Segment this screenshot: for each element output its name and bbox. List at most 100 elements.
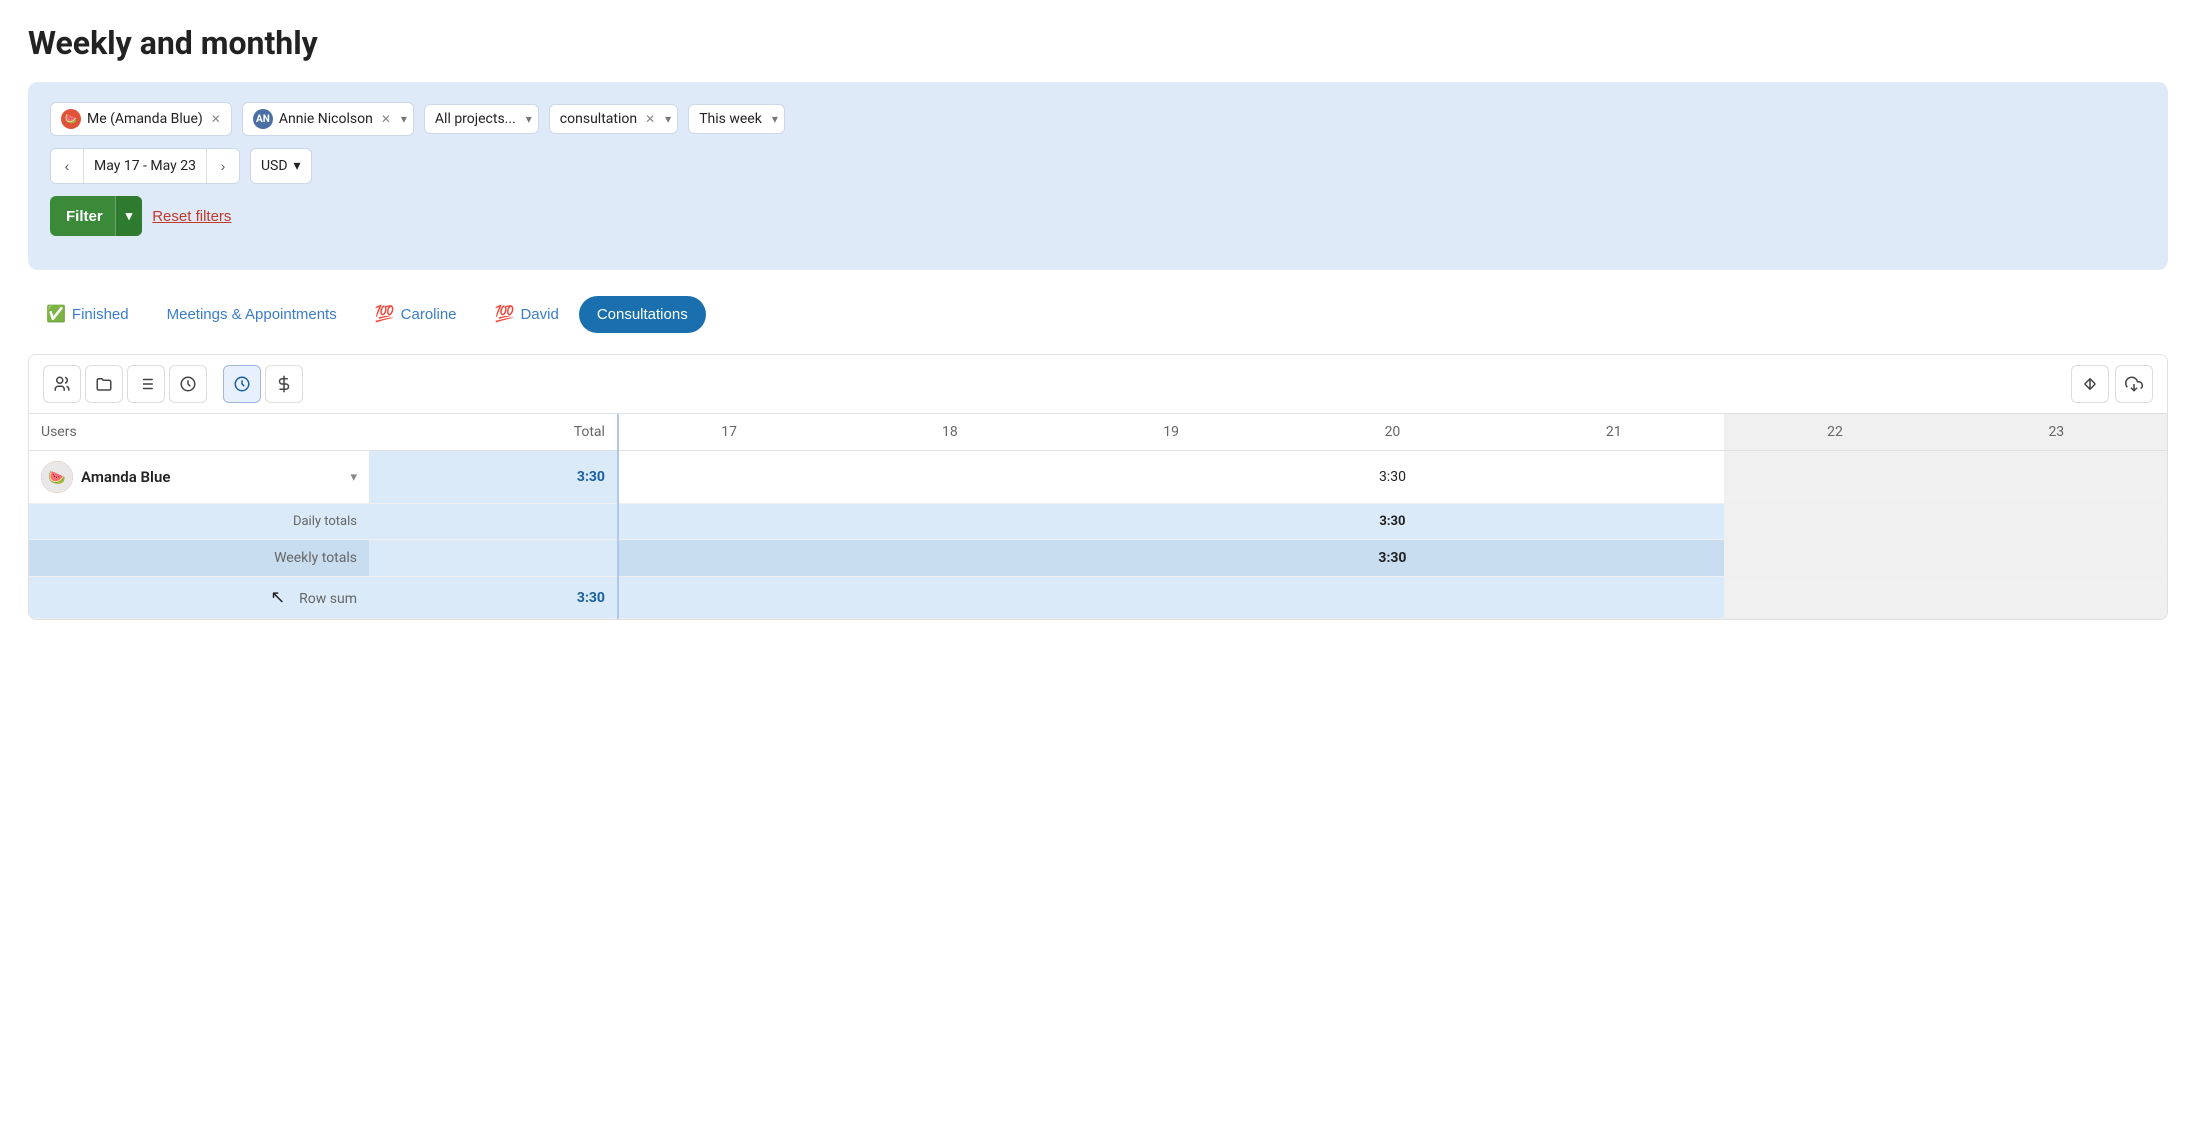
weekly-totals-row: Weekly totals 3:30 <box>29 540 2167 577</box>
expand-user-button[interactable]: ▾ <box>350 470 357 485</box>
date-prev-button[interactable]: ‹ <box>51 149 83 183</box>
daily-total-22 <box>1724 504 1945 540</box>
toolbar-right <box>2071 365 2153 403</box>
view-dollar-button[interactable] <box>265 365 303 403</box>
weekly-total-17 <box>618 540 839 577</box>
table-section: Users Total 17 18 19 20 21 22 23 <box>28 354 2168 620</box>
tab-meetings[interactable]: Meetings & Appointments <box>149 296 355 333</box>
daily-total-21 <box>1503 504 1724 540</box>
filter-btn-label: Filter <box>66 208 115 225</box>
daily-total-19 <box>1061 504 1282 540</box>
col-day-21: 21 <box>1503 414 1724 451</box>
user-name-amanda: Amanda Blue <box>81 468 170 486</box>
task-type-caret: ▾ <box>665 112 671 126</box>
table-toolbar <box>29 355 2167 414</box>
currency-label: USD <box>261 158 288 174</box>
list-icon <box>137 375 155 393</box>
weekly-table: Users Total 17 18 19 20 21 22 23 <box>29 414 2167 619</box>
amanda-total: 3:30 <box>369 451 618 504</box>
filter-row-2: ‹ May 17 - May 23 › USD ▾ <box>50 148 2146 184</box>
view-clock-outline-button[interactable] <box>169 365 207 403</box>
time-period-filter[interactable]: This week ▾ <box>688 104 785 134</box>
col-total-header: Total <box>369 414 618 451</box>
col-day-20: 20 <box>1282 414 1503 451</box>
export-button[interactable] <box>2115 365 2153 403</box>
sort-button[interactable] <box>2071 365 2109 403</box>
row-sum-d19 <box>1061 577 1282 619</box>
filter-row-3: Filter ▾ Reset filters <box>50 196 2146 236</box>
tab-david-label: David <box>520 306 558 323</box>
date-next-button[interactable]: › <box>207 149 239 183</box>
projects-caret: ▾ <box>526 112 532 126</box>
row-sum-d20 <box>1282 577 1503 619</box>
projects-filter[interactable]: All projects... ▾ <box>424 104 539 134</box>
amanda-day-23 <box>1946 451 2167 504</box>
reset-filters-button[interactable]: Reset filters <box>152 208 231 225</box>
weekly-total-20: 3:30 <box>1282 540 1503 577</box>
tab-finished[interactable]: ✅ Finished <box>28 294 147 334</box>
time-period-label: This week <box>699 111 762 127</box>
currency-selector[interactable]: USD ▾ <box>250 148 312 184</box>
time-period-caret: ▾ <box>772 112 778 126</box>
task-type-remove-icon[interactable]: ✕ <box>645 112 655 126</box>
view-users-button[interactable] <box>43 365 81 403</box>
tab-caroline[interactable]: 💯 Caroline <box>357 294 475 334</box>
daily-totals-total <box>369 504 618 540</box>
table-header: Users Total 17 18 19 20 21 22 23 <box>29 414 2167 451</box>
caroline-emoji: 💯 <box>375 304 395 324</box>
filter-panel: 🍉 Me (Amanda Blue) ✕ AN Annie Nicolson ✕… <box>28 82 2168 270</box>
daily-totals-row: Daily totals 3:30 <box>29 504 2167 540</box>
user-filter-chip-me[interactable]: 🍉 Me (Amanda Blue) ✕ <box>50 102 232 136</box>
date-range-label: May 17 - May 23 <box>83 149 207 183</box>
tab-consultations-label: Consultations <box>597 306 688 323</box>
weekly-total-21 <box>1503 540 1724 577</box>
tabs-row: ✅ Finished Meetings & Appointments 💯 Car… <box>28 294 2168 334</box>
weekly-total-19 <box>1061 540 1282 577</box>
date-navigator: ‹ May 17 - May 23 › <box>50 148 240 184</box>
users-icon <box>53 375 71 393</box>
annie-avatar: AN <box>253 109 273 129</box>
annie-remove-icon[interactable]: ✕ <box>381 112 391 126</box>
cursor-indicator: ↖ <box>270 587 285 608</box>
amanda-avatar-img: 🍉 <box>41 461 73 493</box>
tab-finished-label: Finished <box>72 306 129 323</box>
row-sum-label: Row sum <box>299 591 357 607</box>
weekly-total-23 <box>1946 540 2167 577</box>
svg-text:🍉: 🍉 <box>48 470 65 486</box>
me-remove-icon[interactable]: ✕ <box>211 112 221 126</box>
projects-label: All projects... <box>435 111 516 127</box>
task-type-label: consultation <box>560 111 637 127</box>
filter-button[interactable]: Filter ▾ <box>50 196 142 236</box>
clock-outline-icon <box>179 375 197 393</box>
view-clock-filled-button[interactable] <box>223 365 261 403</box>
row-sum-d22 <box>1724 577 1945 619</box>
folder-icon <box>95 375 113 393</box>
me-label: Me (Amanda Blue) <box>87 111 203 127</box>
view-folder-button[interactable] <box>85 365 123 403</box>
tab-consultations[interactable]: Consultations <box>579 296 706 333</box>
weekly-totals-total <box>369 540 618 577</box>
weekly-total-22 <box>1724 540 1945 577</box>
task-type-filter[interactable]: consultation ✕ ▾ <box>549 104 678 134</box>
filter-btn-caret[interactable]: ▾ <box>115 196 143 236</box>
daily-total-17 <box>618 504 839 540</box>
dollar-icon <box>275 375 293 393</box>
tab-david[interactable]: 💯 David <box>477 294 577 334</box>
me-avatar: 🍉 <box>61 109 81 129</box>
sort-icon <box>2081 375 2099 393</box>
amanda-day-18 <box>839 451 1060 504</box>
david-emoji: 💯 <box>495 304 515 324</box>
user-filter-chip-annie[interactable]: AN Annie Nicolson ✕ ▾ <box>242 102 414 136</box>
amanda-day-20: 3:30 <box>1282 451 1503 504</box>
amanda-day-21 <box>1503 451 1724 504</box>
row-sum-d21 <box>1503 577 1724 619</box>
filter-row-1: 🍉 Me (Amanda Blue) ✕ AN Annie Nicolson ✕… <box>50 102 2146 136</box>
view-list-button[interactable] <box>127 365 165 403</box>
row-sum-d23 <box>1946 577 2167 619</box>
clock-filled-icon <box>233 375 251 393</box>
daily-total-20: 3:30 <box>1282 504 1503 540</box>
col-day-23: 23 <box>1946 414 2167 451</box>
weekly-total-18 <box>839 540 1060 577</box>
table-body: 🍉 Amanda Blue ▾ 3:30 3:30 D <box>29 451 2167 619</box>
row-sum-cell: ↖ Row sum <box>29 577 369 619</box>
